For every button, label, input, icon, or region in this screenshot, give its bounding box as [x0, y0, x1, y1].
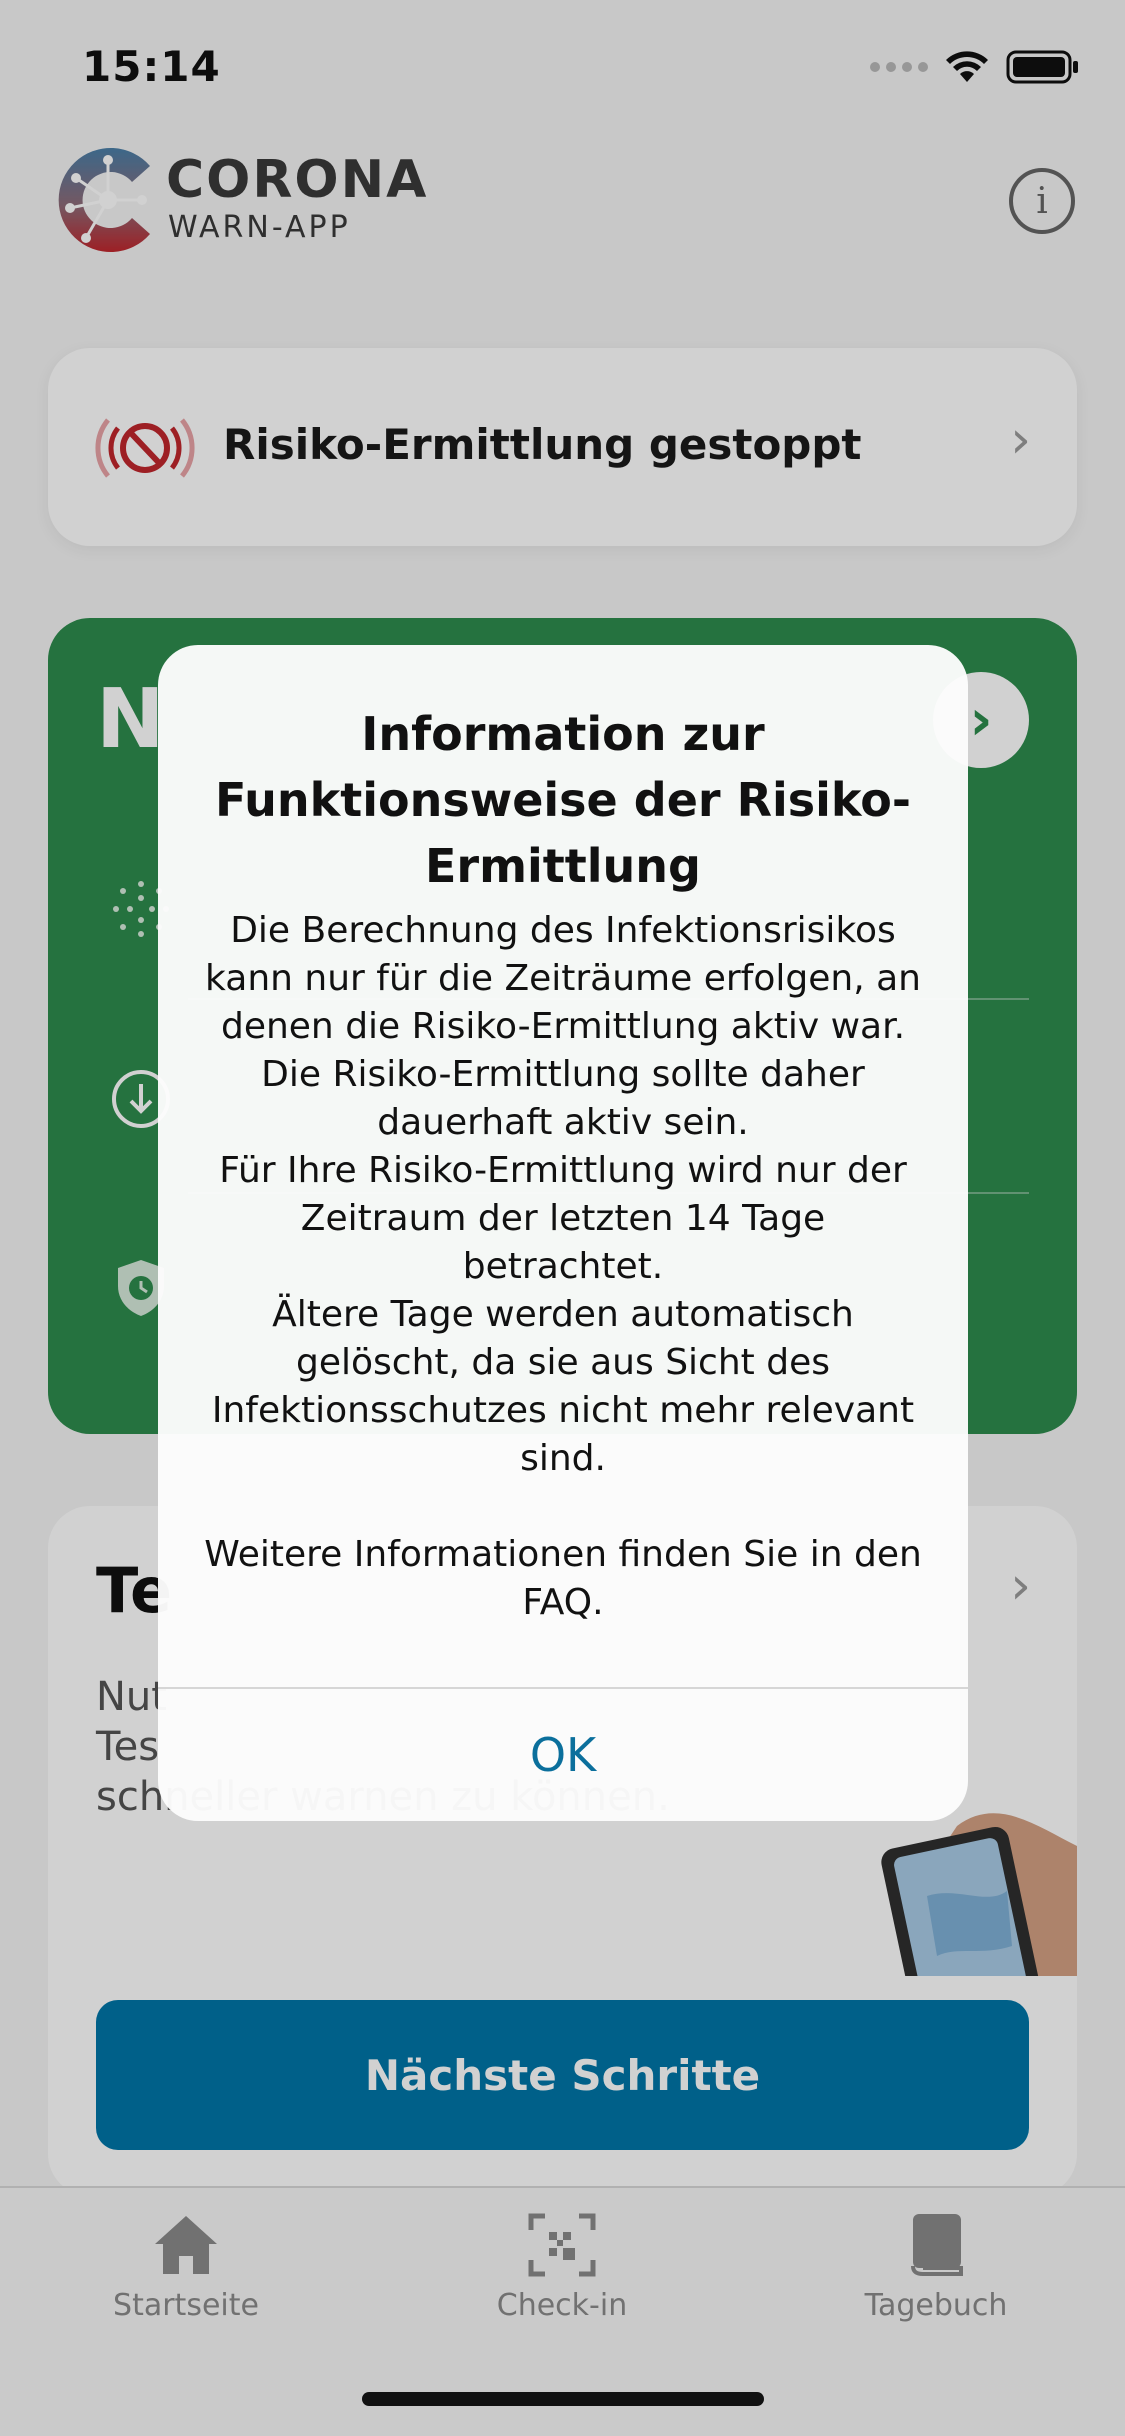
alert-message: Die Berechnung des Infektionsrisikos kan…	[204, 910, 922, 1623]
ok-button[interactable]: OK	[158, 1689, 968, 1821]
info-alert-dialog: Information zur Funktionsweise der Risik…	[158, 645, 968, 1821]
alert-title: Information zur Funktionsweise der Risik…	[215, 707, 911, 893]
home-indicator	[362, 2392, 764, 2406]
